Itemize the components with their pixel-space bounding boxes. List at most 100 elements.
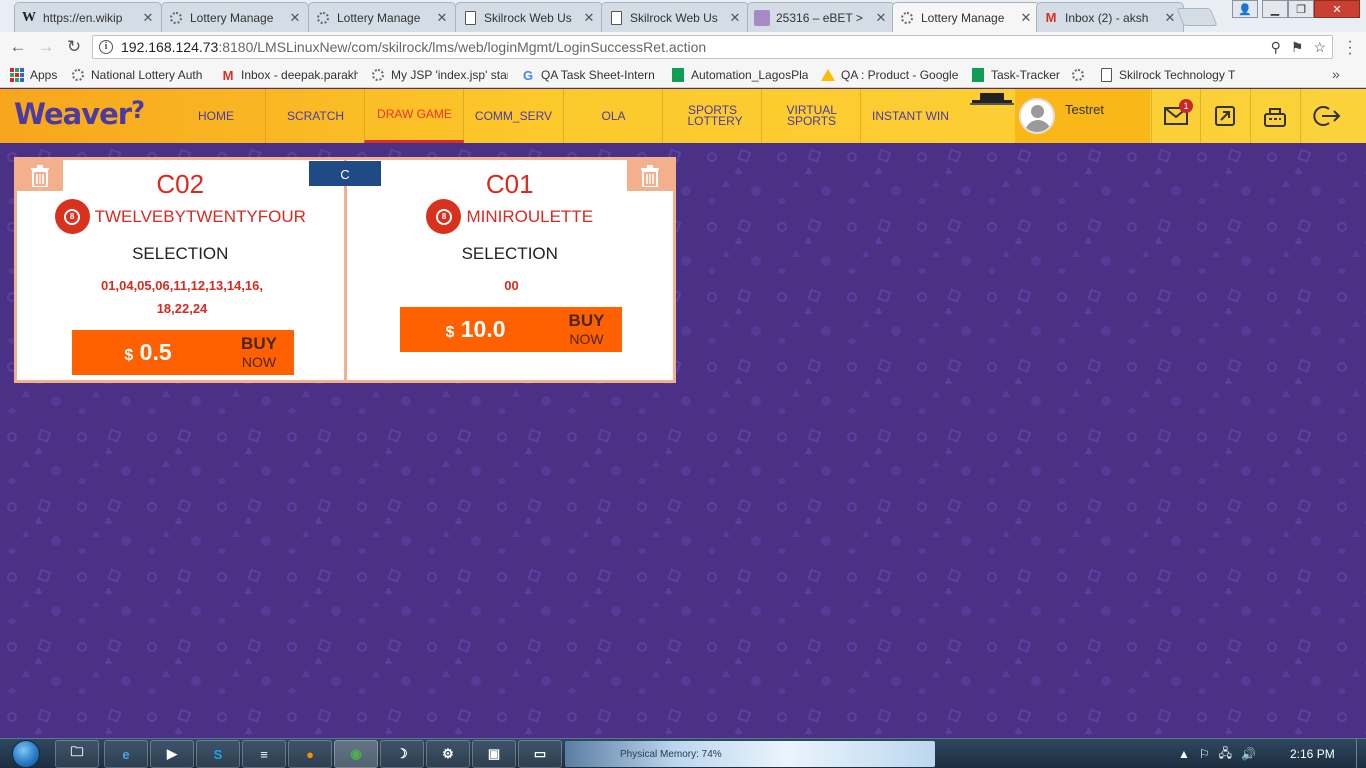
action-center-icon[interactable]: ⚐ [1199, 747, 1210, 761]
more-bookmarks-icon[interactable]: » [1332, 66, 1340, 82]
close-icon[interactable]: ✕ [435, 10, 449, 26]
network-tool-icon[interactable]: ⚙ [426, 740, 470, 768]
weaver-logo[interactable]: Weaver? [14, 96, 145, 131]
nav-draw-game[interactable]: DRAW GAME [364, 89, 464, 143]
bookmark-item[interactable] [1070, 67, 1090, 83]
url-host: 192.168.124.73 [121, 39, 219, 55]
nav-ola[interactable]: OLA [563, 89, 663, 143]
tab-title: Skilrock Web Us [630, 10, 718, 25]
clock[interactable]: 2:16 PM [1290, 747, 1335, 761]
close-icon[interactable]: ✕ [728, 10, 742, 26]
close-icon[interactable]: ✕ [1019, 10, 1033, 26]
sheets-icon [670, 67, 686, 83]
bookmark-label: Apps [30, 68, 58, 82]
nav-instant-win[interactable]: INSTANT WIN [860, 89, 960, 143]
browser-tab[interactable]: Lottery Manage ✕ [161, 2, 309, 32]
main-content: ♣ C02 8 TWELVEBYTWENTYFOUR SELECTION 01,… [0, 143, 1366, 738]
buy-now-button[interactable]: $ 0.5 BUY NOW [72, 330, 294, 375]
bookmark-item[interactable]: My JSP 'index.jsp' star [370, 67, 508, 83]
bookmark-item[interactable]: National Lottery Auth [70, 67, 210, 83]
volume-icon[interactable]: 🔊 [1241, 747, 1256, 761]
app-icon[interactable]: ≡ [242, 740, 286, 768]
reload-icon[interactable]: ↻ [64, 37, 84, 57]
clear-cart-button[interactable]: C [309, 161, 381, 186]
apps-icon [10, 68, 24, 82]
loading-icon [370, 67, 386, 83]
firefox-icon[interactable]: ● [288, 740, 332, 768]
nav-comm-serv[interactable]: COMM_SERV [463, 89, 563, 143]
tab-title: Inbox (2) - aksh [1065, 10, 1149, 25]
minimize-button[interactable]: ▁ [1262, 0, 1288, 18]
close-icon[interactable]: ✕ [141, 10, 155, 26]
windows-logo-icon [12, 740, 40, 768]
terminal-icon[interactable]: ▭ [518, 740, 562, 768]
close-icon[interactable]: ✕ [582, 10, 596, 26]
bookmark-item[interactable]: G QA Task Sheet-Intern [520, 67, 658, 83]
internet-explorer-icon[interactable]: e [104, 740, 148, 768]
external-link-button[interactable] [1200, 89, 1249, 143]
close-window-button[interactable]: ✕ [1314, 0, 1360, 18]
close-icon[interactable]: ✕ [874, 10, 888, 26]
tab-title: Lottery Manage [190, 10, 274, 25]
logout-button[interactable] [1300, 89, 1352, 143]
browser-tab[interactable]: M Inbox (2) - aksh ✕ [1036, 2, 1184, 32]
tray-expand-icon[interactable]: ▲ [1178, 747, 1190, 761]
bookmark-item[interactable]: Automation_LagosPla [670, 67, 808, 83]
browser-menu-icon[interactable]: · · · [1345, 34, 1355, 62]
inbox-button[interactable]: 1 [1151, 89, 1200, 143]
back-icon[interactable]: ← [8, 37, 28, 57]
explorer-icon[interactable]: 🗀 [55, 740, 99, 768]
ticket-card: C01 8 MINIROULETTE SELECTION 00 $ 10.0 B… [346, 160, 673, 380]
network-icon[interactable]: 🖧 [1219, 744, 1232, 765]
drive-icon [820, 67, 836, 83]
bookmark-item[interactable]: Task-Tracker [970, 67, 1062, 83]
bookmark-item[interactable]: M Inbox - deepak.parakh [220, 67, 358, 83]
selection-label: SELECTION [132, 244, 229, 263]
media-player-icon[interactable]: ▶ [150, 740, 194, 768]
chrome-icon[interactable]: ◉ [334, 740, 378, 768]
browser-tab[interactable]: W https://en.wikip ✕ [14, 2, 162, 32]
address-bar[interactable]: i 192.168.124.73:8180/LMSLinuxNew/com/sk… [92, 35, 1333, 59]
logout-icon [1312, 106, 1340, 126]
close-icon[interactable]: ✕ [1163, 10, 1177, 26]
nav-home[interactable]: HOME [166, 89, 266, 143]
bookmark-label: National Lottery Auth [91, 68, 203, 82]
user-profile[interactable]: Testret [1015, 89, 1150, 143]
system-tray: ▲ ⚐ 🖧 🔊 [1178, 739, 1256, 768]
maximize-button[interactable]: ❐ [1288, 0, 1314, 18]
browser-tab[interactable]: 25316 – eBET > ✕ [747, 2, 895, 32]
new-tab-button[interactable] [1176, 8, 1218, 26]
start-button[interactable] [6, 739, 46, 768]
selected-numbers: 01,04,05,06,11,12,13,14,16, 18,22,24 [101, 278, 263, 316]
bookmark-label: Inbox - deepak.parakh [241, 68, 358, 82]
close-icon[interactable]: ✕ [288, 10, 302, 26]
buy-now-button[interactable]: $ 10.0 BUY NOW [399, 307, 622, 352]
cashier-button[interactable] [1250, 89, 1299, 143]
app-icon[interactable]: ☽ [380, 740, 424, 768]
game-name: MINIROULETTE [466, 206, 594, 226]
ticket-price: $ 0.5 [124, 339, 172, 365]
loading-icon [1070, 67, 1086, 83]
pin-icon[interactable]: ⚑ [1291, 39, 1304, 56]
show-desktop-button[interactable] [1356, 739, 1366, 768]
nav-virtual-sports[interactable]: VIRTUAL SPORTS [761, 89, 861, 143]
skype-icon[interactable]: S [196, 740, 240, 768]
monitor-icon[interactable]: ▣ [472, 740, 516, 768]
browser-tab[interactable]: Lottery Manage ✕ [308, 2, 456, 32]
hat-icon [970, 93, 1014, 105]
bookmark-apps[interactable]: Apps [10, 67, 57, 83]
browser-tab-active[interactable]: Lottery Manage ✕ [892, 2, 1040, 32]
nav-sports-lottery[interactable]: SPORTS LOTTERY [662, 89, 762, 143]
forward-icon[interactable]: → [36, 37, 56, 57]
star-icon[interactable]: ☆ [1313, 39, 1326, 56]
bookmark-item[interactable]: QA : Product - Google [820, 67, 960, 83]
document-icon [462, 10, 478, 26]
zoom-icon[interactable]: ⚲ [1271, 39, 1281, 56]
info-icon[interactable]: i [99, 40, 113, 54]
browser-tab[interactable]: Skilrock Web Us ✕ [601, 2, 749, 32]
bookmark-item[interactable]: Skilrock Technology T [1098, 67, 1236, 83]
browser-tab[interactable]: Skilrock Web Us ✕ [455, 2, 603, 32]
user-profile-icon[interactable]: 👤 [1232, 0, 1258, 18]
wikipedia-icon: W [22, 9, 36, 25]
nav-scratch[interactable]: SCRATCH [265, 89, 365, 143]
